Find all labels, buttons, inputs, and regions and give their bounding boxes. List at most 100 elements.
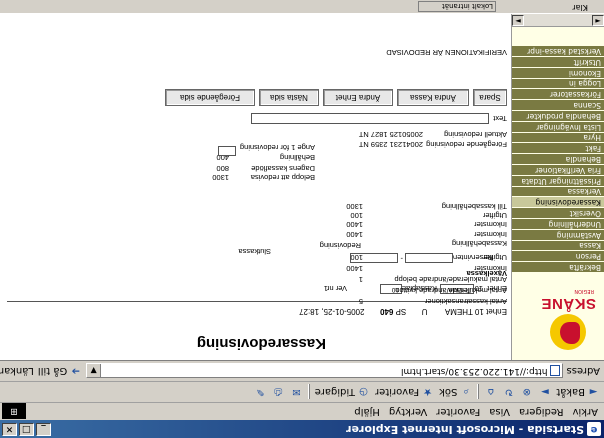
aktuell-value: 20050125 1827 NT	[358, 130, 423, 139]
address-input[interactable]: http://141.220.253.30/start.html ▼	[86, 363, 563, 378]
nav-item[interactable]: Utskrift	[512, 56, 604, 67]
nav-item[interactable]: Förkassatorer	[512, 88, 604, 100]
nav-item[interactable]: Prissättningar Utdata	[512, 174, 604, 186]
version-value: 1	[323, 284, 328, 293]
back-button[interactable]: ◄ Bakåt	[556, 385, 600, 398]
foregaende-label: Föregående redovisning	[426, 140, 507, 149]
nav-item[interactable]: Bekräfta	[512, 261, 604, 272]
back-arrow-icon: ◄	[589, 386, 598, 397]
region-skane-logo: SKÅNE REGION	[536, 288, 598, 356]
back-label: Bakåt	[556, 386, 585, 397]
nav-item[interactable]: Behandla produkter	[512, 110, 604, 121]
history-icon: ◷	[359, 386, 368, 397]
go-button[interactable]: ➔ Gå till	[38, 364, 82, 377]
nav-item[interactable]: Lista Invägningar	[512, 120, 604, 132]
summary-row-label: Kassabehållning	[451, 239, 507, 248]
status-text: Klar	[572, 3, 588, 12]
refresh-button[interactable]: ↻	[502, 385, 515, 398]
summary-row-value: 5	[358, 297, 363, 306]
andra-enhet-button[interactable]: Ändra Enhet	[323, 89, 393, 106]
links-label[interactable]: Länkar	[0, 365, 34, 376]
close-button[interactable]: ×	[2, 423, 17, 436]
summary-row-label: Antal makulerade/ändrade belopp	[394, 275, 507, 284]
summary-row-value: 100	[350, 253, 363, 262]
history-button[interactable]: ◷ Tidigare	[315, 385, 370, 398]
foregaende-sida-button[interactable]: Föregående sida	[165, 89, 255, 106]
nav-item[interactable]: Verkassa	[512, 185, 604, 197]
summary-row-label: Inkomster	[474, 220, 507, 229]
menu-redigera[interactable]: Redigera	[519, 403, 564, 420]
right-summary-value: 800	[216, 164, 229, 173]
menu-bar: Arkiv Redigera Visa Favoriter Verktyg Hj…	[0, 402, 604, 420]
search-button[interactable]: ⌕ Sök	[439, 385, 472, 398]
nav-item[interactable]: Scanna	[512, 99, 604, 111]
right-summary-value: 1300	[212, 173, 229, 182]
maximize-button[interactable]: □	[19, 423, 34, 436]
right-summary-label: Dagens kassaflöde	[251, 164, 315, 173]
search-icon: ⌕	[463, 386, 469, 397]
menu-arkiv[interactable]: Arkiv	[573, 403, 598, 420]
nav-item[interactable]: Behandla	[512, 153, 604, 165]
favorites-icon: ★	[423, 386, 433, 397]
address-url: http://141.220.253.30/start.html	[401, 366, 548, 376]
print-button[interactable]: ⎙	[272, 385, 285, 398]
nav-item[interactable]: Logga in	[512, 77, 604, 89]
right-summary-label: Belopp att redovisa	[250, 173, 315, 182]
forward-arrow-icon: ►	[541, 386, 549, 397]
right-summary-label: Behållning	[279, 153, 315, 162]
scroll-left-icon[interactable]: ◄	[592, 15, 604, 26]
nav-item[interactable]: Verkstad kassa-inpr	[512, 45, 604, 57]
reserv-dash: -	[400, 254, 404, 263]
summary-row-value: 1300	[346, 202, 363, 211]
summary-row-label: Till kassabehållning	[441, 202, 507, 211]
nav-item[interactable]: Ekonomi	[512, 66, 604, 78]
menu-visa[interactable]: Visa	[489, 403, 510, 420]
forward-button[interactable]: ►	[538, 385, 551, 398]
nav-item[interactable]: Kassaredovisning	[512, 196, 604, 208]
windows-logo-icon: ⊞	[2, 403, 26, 419]
nasta-sida-button[interactable]: Nästa sida	[259, 89, 319, 106]
sp-value: 640	[380, 307, 394, 316]
system-info: Enhet 10 THEMA U SP 640 2005-01-25, 18:2…	[299, 307, 507, 316]
edit-button[interactable]: ✎	[254, 385, 267, 398]
nav-item[interactable]: Hyra	[512, 131, 604, 143]
home-button[interactable]: ⌂	[484, 385, 497, 398]
nav-item[interactable]: Fria Verifikationer	[512, 164, 604, 175]
foregaende-value: 20041231 2359 NT	[358, 140, 423, 149]
menu-hjalp[interactable]: Hjälp	[354, 403, 380, 420]
scroll-right-icon[interactable]: ►	[512, 15, 524, 26]
text-input[interactable]	[251, 113, 489, 124]
u-label: U	[421, 307, 428, 316]
nav-item[interactable]: Person	[512, 250, 604, 262]
minimize-button[interactable]: _	[36, 423, 51, 436]
nav-item[interactable]: Översikt	[512, 207, 604, 219]
enhet-label: Enhet	[486, 307, 507, 316]
home-icon: ⌂	[487, 386, 495, 397]
right-summary-label: Ange 1 för redovisning	[239, 143, 315, 152]
nav-item[interactable]: Underhållning	[512, 218, 604, 229]
sp-label: SP	[395, 307, 407, 316]
screen: e Startsida - Microsoft Internet Explore…	[0, 0, 604, 438]
nav-item[interactable]: Kassa	[512, 239, 604, 251]
nav-item[interactable]: Avstämning	[512, 228, 604, 240]
form-frame: Kassaredovisning Enhet 10 THEMA U SP 640…	[0, 14, 511, 360]
menu-verktyg[interactable]: Verktyg	[389, 403, 427, 420]
nav-item[interactable]: Fakt	[512, 142, 604, 154]
reserv-from-input[interactable]	[405, 253, 453, 263]
refresh-icon: ↻	[504, 386, 514, 397]
summary-row-value: 1400	[346, 230, 363, 239]
chevron-down-icon[interactable]: ▼	[87, 364, 102, 377]
favorites-button[interactable]: ★ Favoriter	[375, 385, 434, 398]
spara-button[interactable]: Spara	[473, 89, 507, 106]
address-label: Adress	[566, 365, 600, 376]
summary-row-label: Inkomster	[474, 264, 507, 273]
menu-favoriter[interactable]: Favoriter	[436, 403, 480, 420]
stop-button[interactable]: ⊗	[520, 385, 533, 398]
andra-kassa-button[interactable]: Ändra Kassa	[397, 89, 469, 106]
summary-row-value: 1400	[346, 264, 363, 273]
nav-horizontal-scrollbar[interactable]: ◄ ►	[512, 14, 604, 27]
mail-button[interactable]: ✉	[290, 385, 303, 398]
redovisning-code-input[interactable]	[218, 146, 236, 156]
summary-row-label: Antal makulerade/ändrade kvitton	[395, 286, 507, 295]
text-label: Text	[493, 114, 507, 123]
